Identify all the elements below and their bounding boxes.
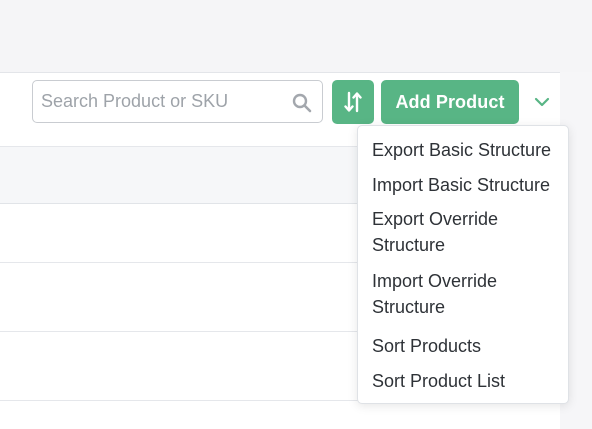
- sort-button[interactable]: [332, 80, 374, 124]
- add-product-button[interactable]: Add Product: [381, 80, 519, 124]
- table-row[interactable]: [0, 401, 560, 428]
- search-input[interactable]: [41, 81, 281, 122]
- menu-item-export-basic-structure[interactable]: Export Basic Structure: [372, 137, 566, 163]
- menu-item-import-basic-structure[interactable]: Import Basic Structure: [372, 172, 566, 198]
- chevron-down-icon: [534, 97, 550, 107]
- menu-item-import-override-structure[interactable]: Import Override Structure: [372, 268, 522, 320]
- menu-item-sort-products[interactable]: Sort Products: [372, 333, 566, 359]
- more-actions-menu: Export Basic Structure Import Basic Stru…: [357, 125, 569, 404]
- search-box: [32, 80, 323, 123]
- sort-arrows-icon: [344, 91, 362, 113]
- menu-item-export-override-structure[interactable]: Export Override Structure: [372, 206, 522, 258]
- search-icon[interactable]: [292, 93, 312, 113]
- menu-item-sort-product-list[interactable]: Sort Product List: [372, 368, 566, 394]
- top-strip: [0, 0, 592, 72]
- more-actions-toggle[interactable]: [528, 88, 556, 116]
